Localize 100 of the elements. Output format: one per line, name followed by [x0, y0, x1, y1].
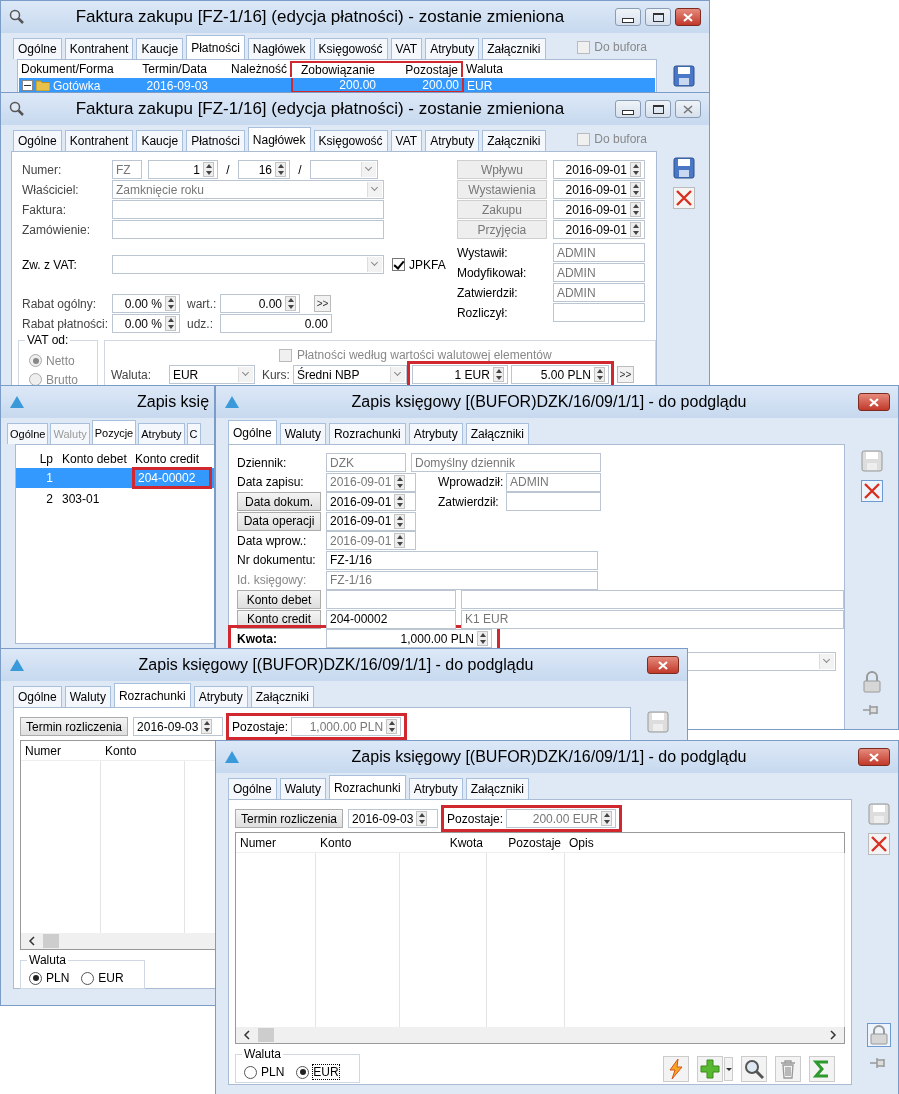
- spin-button[interactable]: [601, 811, 613, 826]
- column-header[interactable]: Numer: [236, 835, 316, 850]
- scrollbar-thumb[interactable]: [43, 934, 59, 948]
- save-icon[interactable]: [673, 157, 695, 179]
- scrollbar-thumb[interactable]: [258, 1028, 274, 1042]
- date-button[interactable]: Data operacji: [237, 511, 321, 531]
- tab[interactable]: Ogólne: [13, 130, 62, 151]
- spin-button[interactable]: [394, 494, 406, 510]
- tab[interactable]: Księgowość: [313, 38, 388, 59]
- percent-field[interactable]: 0.00 %: [112, 314, 180, 333]
- sigma-icon[interactable]: [809, 1056, 835, 1082]
- radio-button[interactable]: [29, 971, 42, 985]
- exchange-rate-field[interactable]: 5.00 PLN: [510, 365, 609, 384]
- lock-icon[interactable]: [867, 1023, 891, 1047]
- spin-button[interactable]: [416, 811, 428, 826]
- spin-button[interactable]: [165, 316, 176, 331]
- tab[interactable]: Kontrahent: [64, 130, 134, 151]
- column-header[interactable]: Lp: [16, 451, 56, 467]
- close-button[interactable]: [675, 100, 701, 118]
- spin-button[interactable]: [629, 162, 641, 177]
- column-header[interactable]: Konto debet: [56, 451, 132, 467]
- tab[interactable]: Atrybuty: [193, 686, 248, 707]
- date-button[interactable]: Wpływu: [456, 160, 547, 179]
- tab[interactable]: Ogólne: [228, 778, 277, 799]
- spin-button[interactable]: [629, 182, 641, 197]
- tab[interactable]: Ogólne: [228, 420, 277, 444]
- tab[interactable]: Kaucje: [136, 130, 184, 151]
- dropdown-field[interactable]: Średni NBP: [292, 365, 407, 384]
- tab[interactable]: Nagłówek: [247, 127, 311, 151]
- currency-units-field[interactable]: 1 EUR: [411, 365, 508, 384]
- spin-button[interactable]: [201, 719, 213, 734]
- tab[interactable]: Ogólne: [13, 686, 62, 707]
- due-date-button[interactable]: Termin rozliczenia: [235, 809, 344, 828]
- column-header[interactable]: Należność: [210, 61, 290, 77]
- lightning-icon[interactable]: [663, 1056, 689, 1082]
- spin-button[interactable]: [629, 202, 641, 217]
- tab[interactable]: Waluty: [279, 423, 326, 444]
- date-field[interactable]: 2016-09-01: [552, 220, 645, 239]
- date-button[interactable]: Zakupu: [456, 200, 547, 219]
- date-field[interactable]: 2016-09-03: [348, 809, 439, 828]
- save-icon[interactable]: [673, 65, 695, 87]
- checkbox[interactable]: [278, 348, 292, 362]
- column-header[interactable]: Kwota: [400, 835, 487, 850]
- dropdown-field[interactable]: EUR: [168, 365, 255, 384]
- spin-button[interactable]: [165, 296, 176, 311]
- column-header[interactable]: Dokument/Forma: [18, 61, 140, 77]
- tab[interactable]: Waluty: [64, 686, 111, 707]
- date-field[interactable]: 2016-09-01: [552, 180, 645, 199]
- input-field[interactable]: [112, 220, 384, 239]
- tab[interactable]: Rozrachunki: [328, 775, 406, 799]
- tab[interactable]: Rozrachunki: [113, 683, 191, 707]
- tab[interactable]: Atrybuty: [408, 778, 463, 799]
- tab[interactable]: Załączniki: [250, 686, 314, 707]
- tab[interactable]: C: [186, 423, 201, 444]
- date-field[interactable]: 2016-09-03: [133, 717, 224, 736]
- scroll-left-icon[interactable]: [242, 1030, 252, 1040]
- column-header[interactable]: Numer: [21, 743, 101, 758]
- tab[interactable]: Załączniki: [465, 778, 529, 799]
- checkbox[interactable]: [577, 40, 591, 54]
- date-button[interactable]: Przyjęcia: [456, 220, 547, 239]
- date-button[interactable]: Wystawienia: [456, 180, 547, 199]
- tab[interactable]: Kontrahent: [64, 38, 134, 59]
- date-field[interactable]: 2016-09-01: [552, 160, 645, 179]
- tab[interactable]: Atrybuty: [425, 38, 480, 59]
- number-field[interactable]: 1: [148, 160, 218, 179]
- close-button[interactable]: [647, 656, 679, 674]
- maximize-button[interactable]: [645, 8, 671, 26]
- dropdown-field[interactable]: [112, 255, 384, 274]
- tab[interactable]: Atrybuty: [138, 423, 185, 444]
- spin-button[interactable]: [394, 513, 406, 529]
- checkbox[interactable]: [392, 258, 405, 271]
- amount-field[interactable]: 0.00: [220, 314, 332, 333]
- tree-toggle[interactable]: [22, 80, 33, 91]
- account-field[interactable]: [326, 590, 456, 610]
- checkbox[interactable]: [577, 132, 591, 146]
- document-number-field[interactable]: FZ-1/16: [326, 550, 598, 570]
- spin-button[interactable]: [203, 162, 214, 177]
- horizontal-scrollbar[interactable]: [21, 933, 215, 949]
- close-button[interactable]: [858, 748, 890, 766]
- tab[interactable]: Atrybuty: [408, 423, 463, 444]
- amount-field[interactable]: 1,000.00 PLN: [326, 629, 492, 649]
- tab[interactable]: Nagłówek: [247, 38, 311, 59]
- dropdown-field[interactable]: [686, 652, 836, 672]
- account-field[interactable]: 204-00002: [326, 609, 456, 629]
- tab[interactable]: Ogólne: [7, 423, 49, 444]
- search-icon[interactable]: [741, 1056, 767, 1082]
- spin-button[interactable]: [629, 222, 641, 237]
- date-field[interactable]: 2016-09-01: [326, 492, 416, 512]
- column-header[interactable]: Konto credit: [132, 451, 212, 467]
- tab[interactable]: Płatności: [186, 35, 245, 59]
- column-header[interactable]: Pozostaje: [487, 835, 565, 850]
- column-header[interactable]: Konto: [101, 743, 185, 758]
- series-field[interactable]: FZ: [112, 160, 142, 179]
- spin-button[interactable]: [477, 631, 488, 647]
- tab[interactable]: Pozycje: [91, 420, 137, 444]
- tab[interactable]: Kaucje: [136, 38, 184, 59]
- scroll-left-icon[interactable]: [27, 936, 37, 946]
- input-field[interactable]: [112, 200, 384, 219]
- radio-button[interactable]: [81, 971, 95, 985]
- year-field[interactable]: 16: [238, 160, 290, 179]
